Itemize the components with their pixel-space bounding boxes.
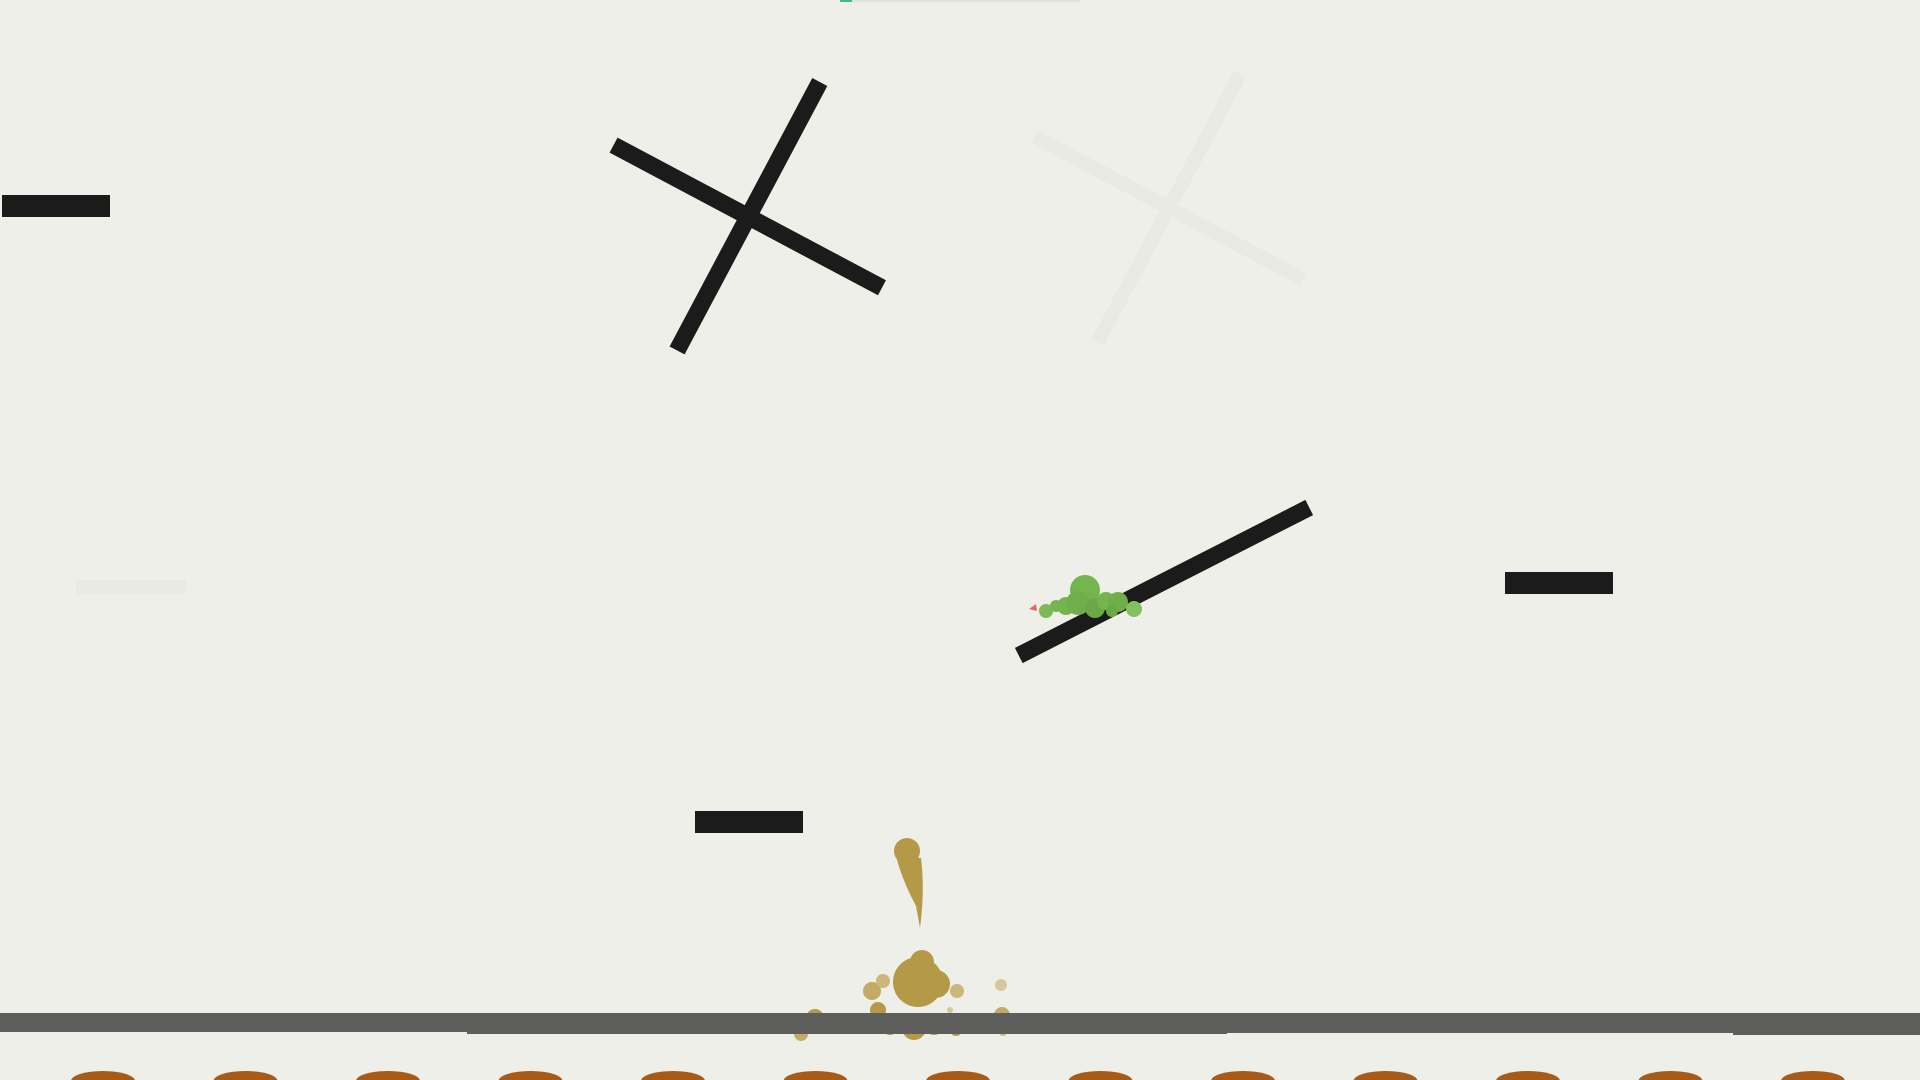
sand-drop-tail (896, 856, 923, 928)
player-direction-marker (1029, 604, 1037, 611)
platform-right (1505, 572, 1613, 594)
bump (356, 1071, 420, 1080)
tilted-ramp (1014, 499, 1314, 664)
bump (1638, 1071, 1703, 1080)
bump (783, 1071, 848, 1080)
sand-particle (910, 950, 934, 974)
player-particle (1106, 605, 1118, 617)
player-blob[interactable] (1029, 575, 1142, 618)
bump (1496, 1071, 1560, 1080)
bump (1068, 1071, 1133, 1080)
bottom-bumps (71, 1071, 1845, 1080)
ghost-spinner (1031, 70, 1307, 346)
sand-particle (922, 970, 950, 998)
sand-blob (794, 838, 1010, 1041)
ground-segment (0, 1013, 470, 1032)
sand-particle (876, 974, 890, 988)
player-particle (1050, 600, 1062, 612)
bump (1211, 1071, 1275, 1080)
ground-segment (1733, 1013, 1920, 1035)
sand-particle (947, 1007, 953, 1013)
platform-left (2, 195, 110, 217)
game-scene[interactable] (0, 0, 1920, 1080)
game-viewport[interactable] (0, 0, 1920, 1080)
spinner-bar-b (669, 78, 828, 355)
bump (1781, 1071, 1845, 1080)
sand-particle (950, 984, 964, 998)
player-particle (1126, 601, 1142, 617)
ghost-spinner-bar-b (1091, 70, 1247, 346)
progress-bar (840, 0, 1080, 2)
ground-segment (1225, 1013, 1735, 1033)
platform-lower (695, 811, 803, 833)
bump (498, 1071, 563, 1080)
ground (0, 1013, 1920, 1035)
ghost-platform (76, 580, 186, 594)
bump (213, 1071, 278, 1080)
progress-track (840, 0, 1080, 2)
progress-fill (840, 0, 852, 2)
bump (641, 1071, 705, 1080)
ground-segment (467, 1013, 1227, 1034)
bump (1353, 1071, 1418, 1080)
sand-particle (995, 979, 1007, 991)
bump (926, 1071, 990, 1080)
rotating-cross-spinner (609, 78, 886, 355)
bump (71, 1071, 135, 1080)
